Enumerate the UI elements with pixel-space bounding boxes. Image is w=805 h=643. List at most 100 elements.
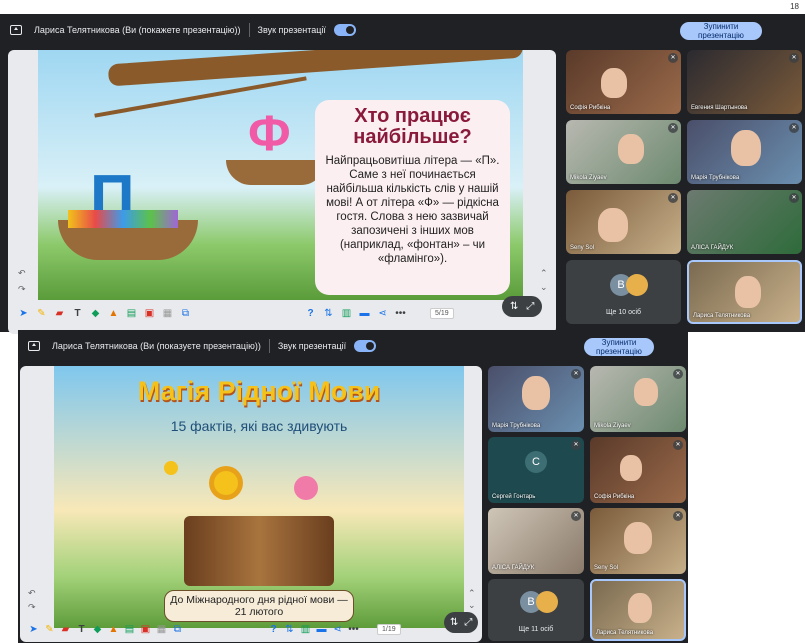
sound-toggle[interactable] (333, 24, 356, 36)
whiteboard-toolbar: ➤ ✎ ▰ T ◆ ▲ ▤ ▣ ▦ ⧉ ? ⇅ ▥ ▬ ⋖ ••• 1/19 (28, 624, 448, 635)
participant-tile[interactable]: ✕ АЛІСА ГАЙДУК (687, 190, 802, 254)
more-options-icon[interactable]: ••• (348, 624, 359, 635)
presenter-label: Лариса Телятникова (Ви (показуєте презен… (52, 341, 261, 351)
pen-icon[interactable]: ✎ (44, 624, 55, 635)
participant-tile[interactable]: ✕ Марія Трубнікова (687, 120, 802, 184)
mic-off-icon: ✕ (668, 53, 678, 63)
scroll-down-icon[interactable]: ⌄ (540, 282, 548, 293)
more-participants-tile[interactable]: В Ще 11 осіб (488, 579, 584, 641)
filter-icon[interactable]: ⇅ (284, 624, 295, 635)
scroll-up-icon[interactable]: ⌃ (468, 588, 476, 599)
sound-toggle[interactable] (354, 340, 377, 352)
participant-tile[interactable]: ✕ Евгения Шартынова (687, 50, 802, 114)
table-icon[interactable]: ▦ (156, 624, 167, 635)
template-icon[interactable]: ▤ (126, 308, 137, 319)
help-icon[interactable]: ? (268, 624, 279, 635)
mic-off-icon: ✕ (673, 511, 683, 521)
folder-icon[interactable]: ▬ (359, 308, 370, 319)
shapes-icon[interactable]: ◆ (90, 308, 101, 319)
participant-name: Софія Рибкіна (594, 494, 635, 500)
pen-icon[interactable]: ✎ (36, 308, 47, 319)
mic-off-icon: ✕ (668, 193, 678, 203)
eraser-icon[interactable]: ▰ (54, 308, 65, 319)
more-participants-label: Ще 10 осіб (605, 309, 642, 316)
undo-icon[interactable]: ↶ (18, 268, 26, 279)
slide-nav-controls: ⇅ ⤢ (444, 612, 479, 633)
participant-name: Марія Трубнікова (492, 423, 541, 429)
scroll-down-icon[interactable]: ⌄ (468, 600, 476, 611)
whiteboard-toolbar: ➤ ✎ ▰ T ◆ ▲ ▤ ▣ ▦ ⧉ ? ⇅ ▥ ▬ ⋖ ••• 5/19 (18, 308, 498, 319)
participant-tile[interactable]: ✕ Seny Sol (590, 508, 686, 574)
participant-tile[interactable]: ✕ Mikola Ziyaev (566, 120, 681, 184)
share-icon[interactable]: ⋖ (377, 308, 388, 319)
participant-name: Seny Sol (570, 245, 595, 251)
template-icon[interactable]: ▤ (124, 624, 135, 635)
more-participants-tile[interactable]: В Ще 10 осіб (566, 260, 681, 324)
shapes-icon[interactable]: ◆ (92, 624, 103, 635)
participant-tile[interactable]: ✕ Софія Рибкіна (566, 50, 681, 114)
expand-icon[interactable]: ⤢ (526, 301, 534, 312)
mic-off-icon: ✕ (789, 123, 799, 133)
help-icon[interactable]: ? (305, 308, 316, 319)
expand-icon[interactable]: ⤢ (464, 617, 472, 628)
scroll-up-icon[interactable]: ⌃ (540, 268, 548, 279)
move-icon[interactable]: ⇅ (510, 301, 518, 312)
layout-icon[interactable]: ⧉ (172, 624, 183, 635)
avatar: С (525, 451, 547, 473)
toy-blocks (68, 210, 178, 228)
mic-off-icon: ✕ (673, 369, 683, 379)
participant-name: Лариса Телятникова (693, 313, 751, 319)
share-icon[interactable]: ⋖ (332, 624, 343, 635)
redo-icon[interactable]: ↷ (28, 602, 36, 613)
participant-name: Евгения Шартынова (691, 105, 748, 111)
filter-icon[interactable]: ⇅ (323, 308, 334, 319)
participant-tile[interactable]: ✕ Софія Рибкіна (590, 437, 686, 503)
table-icon[interactable]: ▦ (162, 308, 173, 319)
image-icon[interactable]: ▣ (144, 308, 155, 319)
participant-tile[interactable]: ✕ Mikola Ziyaev (590, 366, 686, 432)
participant-face (598, 208, 628, 242)
more-options-icon[interactable]: ••• (395, 308, 406, 319)
chart-icon[interactable]: ▥ (341, 308, 352, 319)
participant-face (620, 455, 642, 481)
move-icon[interactable]: ⇅ (450, 617, 458, 628)
slide-title: Хто працює найбільше? (353, 105, 472, 148)
present-screen-icon (10, 25, 22, 35)
stop-presenting-button[interactable]: Зупинити презентацію (680, 22, 762, 40)
folder-icon[interactable]: ▬ (316, 624, 327, 635)
slide: П Ф Хто працює найбільше? Найпрацьовитіш… (38, 50, 523, 300)
participant-face (522, 376, 550, 410)
image-icon[interactable]: ▣ (140, 624, 151, 635)
chart-icon[interactable]: ▥ (300, 624, 311, 635)
participant-tile[interactable]: ✕ АЛІСА ГАЙДУК (488, 508, 584, 574)
participant-tile-self[interactable]: Лариса Телятникова (590, 579, 686, 641)
participants-count: 18 (790, 2, 799, 11)
pointer-icon[interactable]: ➤ (18, 308, 29, 319)
slide-text: Найпрацьовитіша літера — «П». Саме з неї… (325, 155, 500, 265)
layout-icon[interactable]: ⧉ (180, 308, 191, 319)
page-indicator[interactable]: 5/19 (430, 308, 454, 319)
text-tool-icon[interactable]: T (76, 624, 87, 635)
redo-icon[interactable]: ↷ (18, 284, 26, 295)
text-tool-icon[interactable]: T (72, 308, 83, 319)
mic-off-icon: ✕ (668, 123, 678, 133)
open-book (184, 516, 334, 586)
avatar-photo (626, 274, 648, 296)
participant-face (731, 130, 761, 166)
page-indicator[interactable]: 1/19 (377, 624, 401, 635)
participant-tile[interactable]: ✕ Seny Sol (566, 190, 681, 254)
stop-presenting-button[interactable]: Зупинити презентацію (584, 338, 654, 356)
participant-face (735, 276, 761, 308)
scale-pan-right (226, 160, 326, 185)
sticker-icon[interactable]: ▲ (108, 308, 119, 319)
pointer-icon[interactable]: ➤ (28, 624, 39, 635)
participant-tile[interactable]: С ✕ Сергей Гонтарь (488, 437, 584, 503)
sticker-icon[interactable]: ▲ (108, 624, 119, 635)
participant-tile-self[interactable]: Лариса Телятникова (687, 260, 802, 324)
eraser-icon[interactable]: ▰ (60, 624, 71, 635)
slide-subtitle: 15 фактів, які вас здивують (170, 418, 348, 434)
mic-off-icon: ✕ (571, 440, 581, 450)
participant-tile[interactable]: ✕ Марія Трубнікова (488, 366, 584, 432)
undo-icon[interactable]: ↶ (28, 588, 36, 599)
mic-off-icon: ✕ (571, 369, 581, 379)
